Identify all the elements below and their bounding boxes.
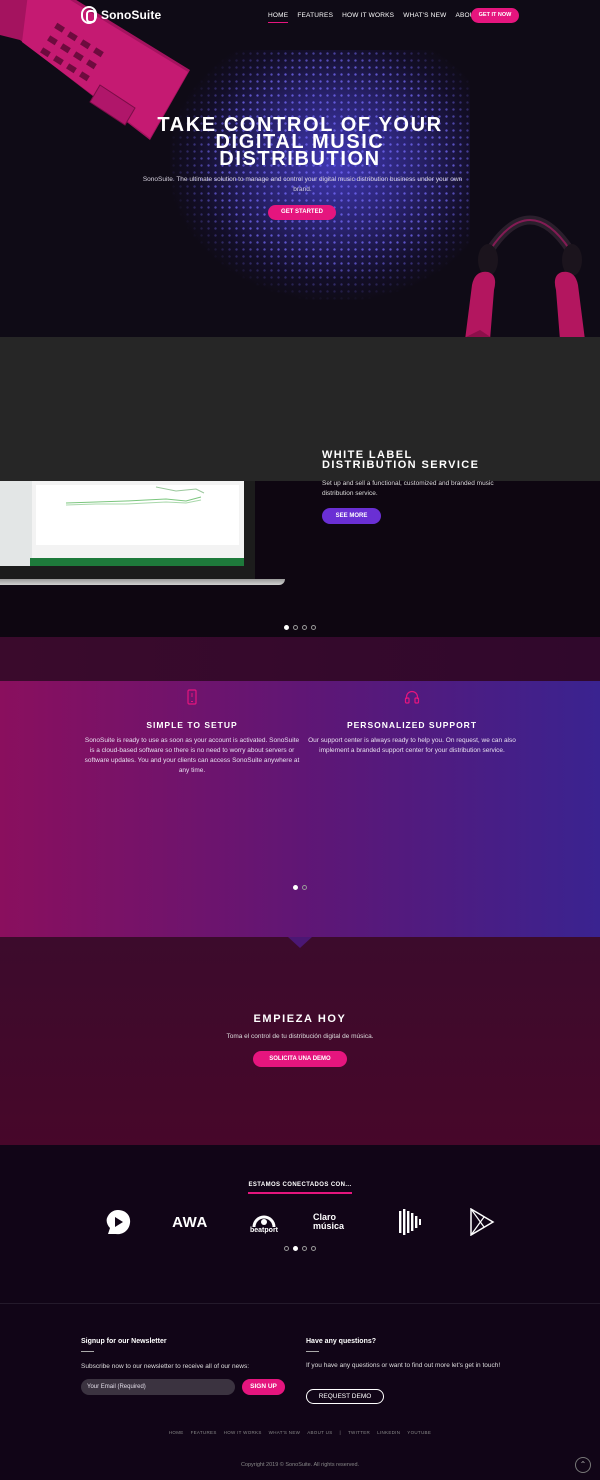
headphones-icon	[404, 690, 420, 704]
dashboard-chart-graphic	[65, 486, 205, 506]
play-store-icon	[470, 1208, 495, 1236]
main-nav: SonoSuite HOME FEATURES HOW IT WORKS WHA…	[0, 0, 600, 34]
see-more-button[interactable]: SEE MORE	[322, 508, 381, 524]
feature-simple-setup: SIMPLE TO SETUP SonoSuite is ready to us…	[82, 689, 302, 776]
brand-name: SonoSuite	[101, 8, 162, 22]
beatport-logo[interactable]: beatport	[243, 1205, 285, 1239]
nav-menu: HOME FEATURES HOW IT WORKS WHAT'S NEW AB…	[268, 12, 490, 23]
copyright: Copyright 2019 © SonoSuite. All rights r…	[240, 1462, 360, 1468]
sonosuite-logo[interactable]: SonoSuite	[81, 6, 161, 24]
white-label-slider: WHITE LABEL DISTRIBUTION SERVICE Set up …	[0, 337, 600, 637]
features-slider: SIMPLE TO SETUP SonoSuite is ready to us…	[0, 681, 600, 937]
beatport-label: beatport	[250, 1227, 278, 1234]
feature-text: SonoSuite is ready to use as soon as you…	[84, 737, 300, 774]
footer-nav: HOME FEATURES HOW IT WORKS WHAT'S NEW AB…	[0, 1430, 600, 1435]
slider-dot-1[interactable]	[284, 625, 289, 630]
partners-dot-4[interactable]	[311, 1246, 316, 1251]
arrow-up-icon: ⌃	[579, 1460, 587, 1469]
slider-dot-4[interactable]	[311, 625, 316, 630]
awa-logo[interactable]: AWA	[170, 1205, 210, 1239]
hero-title: TAKE CONTROL OF YOUR DIGITAL MUSIC DISTR…	[0, 115, 600, 170]
empieza-subtitle: Toma el control de tu distribución digit…	[226, 1033, 374, 1040]
slider-dot-2[interactable]	[293, 625, 298, 630]
hero-section: SonoSuite HOME FEATURES HOW IT WORKS WHA…	[0, 0, 600, 337]
partners-section: ESTAMOS CONECTADOS CON... AWA beatport C…	[0, 1145, 600, 1303]
claro-musica-logo[interactable]: Claro música	[313, 1205, 359, 1239]
feature-personalized-support: PERSONALIZED SUPPORT Our support center …	[302, 689, 522, 756]
partners-dots	[284, 1246, 316, 1251]
hero-title-line-3: DISTRIBUTION	[219, 148, 381, 170]
footer-link-linkedin[interactable]: LINKEDIN	[377, 1430, 400, 1435]
audiomack-icon	[106, 1210, 131, 1235]
sonosuite-logo-icon	[81, 6, 97, 24]
footer-link-about-us[interactable]: ABOUT US	[307, 1430, 332, 1435]
partners-dot-3[interactable]	[302, 1246, 307, 1251]
request-demo-button[interactable]: REQUEST DEMO	[306, 1389, 384, 1404]
features-dot-2[interactable]	[302, 885, 307, 890]
slider-dot-3[interactable]	[302, 625, 307, 630]
white-label-title: WHITE LABEL DISTRIBUTION SERVICE	[322, 449, 480, 471]
get-it-now-button[interactable]: GET IT NOW	[471, 8, 519, 23]
features-dot-1[interactable]	[293, 885, 298, 890]
divider	[81, 1351, 94, 1352]
newsletter-title: Signup for our Newsletter	[81, 1338, 167, 1345]
google-play-logo[interactable]	[468, 1205, 496, 1239]
divider	[306, 1351, 319, 1352]
hero-subtitle: SonoSuite. The ultimate solution to mana…	[142, 176, 463, 193]
partners-dot-2[interactable]	[293, 1246, 298, 1251]
partners-title: ESTAMOS CONECTADOS CON...	[248, 1182, 352, 1194]
page: SonoSuite HOME FEATURES HOW IT WORKS WHA…	[0, 0, 600, 1480]
features-dots	[293, 885, 307, 890]
slider-dots	[284, 625, 316, 630]
newsletter-text: Subscribe now to our newsletter to recei…	[81, 1363, 250, 1370]
questions-title: Have any questions?	[306, 1338, 377, 1345]
partners-dot-1[interactable]	[284, 1246, 289, 1251]
nav-item-home[interactable]: HOME	[268, 12, 289, 23]
request-demo-es-button[interactable]: SOLICITA UNA DEMO	[253, 1051, 347, 1067]
footer-link-twitter[interactable]: TWITTER	[348, 1430, 370, 1435]
nav-item-how-it-works[interactable]: HOW IT WORKS	[342, 12, 394, 23]
sound-logo[interactable]	[397, 1205, 423, 1239]
hands-headphones-photo	[465, 215, 585, 337]
empieza-section: EMPIEZA HOY Toma el control de tu distri…	[0, 937, 600, 1145]
back-to-top-button[interactable]: ⌃	[575, 1457, 591, 1473]
feature-title: SIMPLE TO SETUP	[146, 720, 238, 730]
nav-item-whats-new[interactable]: WHAT'S NEW	[403, 12, 446, 23]
footer-link-home[interactable]: HOME	[169, 1430, 184, 1435]
mobile-phone-icon	[187, 689, 197, 705]
footer-link-youtube[interactable]: YOUTUBE	[407, 1430, 431, 1435]
sound-waves-icon	[399, 1209, 421, 1235]
feature-title: PERSONALIZED SUPPORT	[346, 720, 478, 730]
beatport-icon	[252, 1215, 276, 1228]
laptop-screen-image	[0, 481, 255, 581]
feature-text: Our support center is always ready to he…	[308, 737, 516, 754]
footer-separator: |	[339, 1430, 341, 1435]
laptop-base	[0, 579, 285, 585]
questions-text: If you have any questions or want to fin…	[306, 1362, 501, 1369]
white-label-text: Set up and sell a functional, customized…	[322, 480, 494, 497]
nav-item-features[interactable]: FEATURES	[297, 12, 333, 23]
footer-link-features[interactable]: FEATURES	[191, 1430, 217, 1435]
sign-up-button[interactable]: SIGN UP	[242, 1379, 285, 1395]
features-top-band	[0, 637, 600, 681]
section-notch	[288, 937, 312, 948]
get-started-button[interactable]: GET STARTED	[268, 205, 336, 220]
newsletter-email-input[interactable]: Your Email (Required)	[81, 1379, 235, 1395]
footer: Signup for our Newsletter Subscribe now …	[0, 1303, 600, 1480]
audiomack-logo[interactable]	[103, 1205, 133, 1239]
footer-link-how-it-works[interactable]: HOW IT WORKS	[224, 1430, 262, 1435]
footer-link-whats-new[interactable]: WHAT'S NEW	[269, 1430, 301, 1435]
empieza-title: EMPIEZA HOY	[253, 1013, 347, 1025]
